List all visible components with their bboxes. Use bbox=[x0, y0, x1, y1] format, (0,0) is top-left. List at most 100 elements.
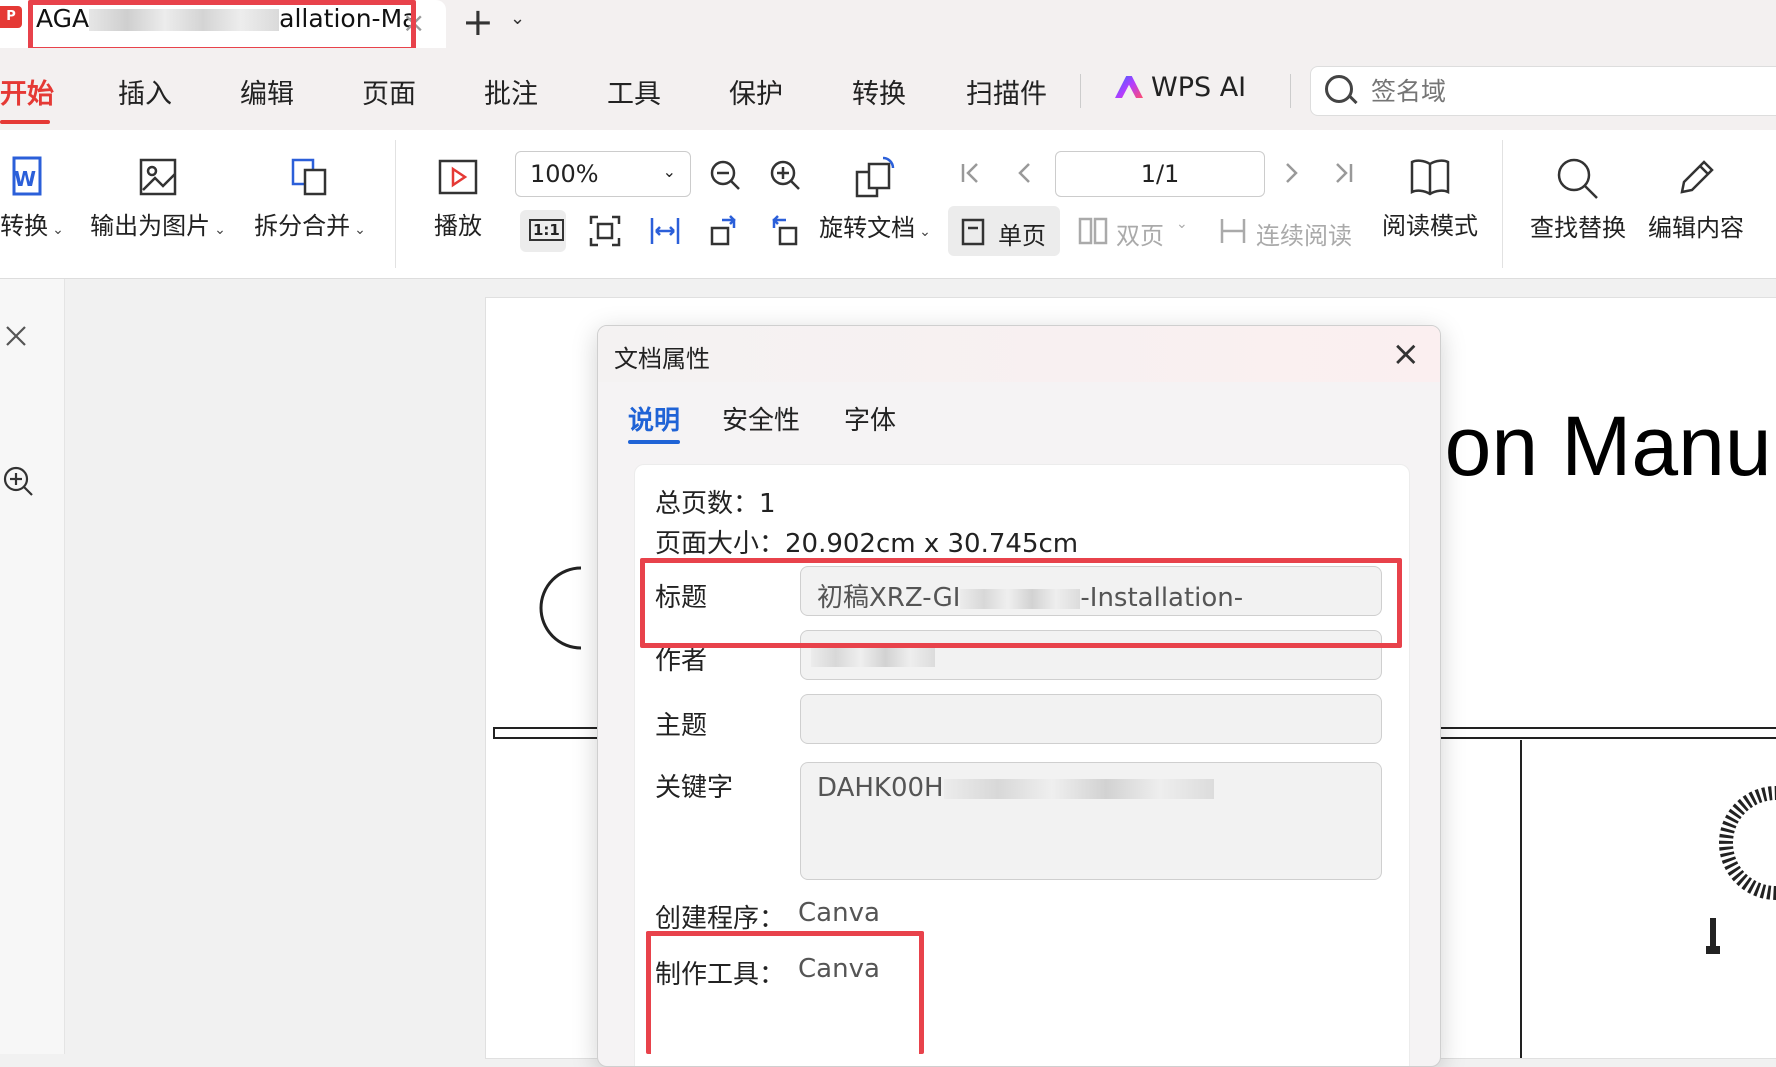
redacted-text bbox=[811, 646, 935, 667]
creator-label: 创建程序： bbox=[655, 904, 786, 934]
left-sidebar bbox=[0, 279, 65, 1054]
export-image-icon bbox=[139, 158, 177, 196]
keywords-value-prefix: DAHK00H bbox=[817, 773, 944, 803]
single-page-icon bbox=[961, 218, 985, 246]
creator-value: Canva bbox=[798, 898, 880, 928]
split-merge-button[interactable]: 拆分合并 ⌄ bbox=[248, 156, 372, 241]
search-input[interactable] bbox=[1369, 75, 1773, 107]
last-page-icon[interactable] bbox=[1330, 160, 1356, 186]
subject-label: 主题 bbox=[655, 711, 708, 741]
book-icon bbox=[1410, 159, 1450, 196]
tab-security[interactable]: 安全性 bbox=[722, 400, 800, 437]
split-merge-icon bbox=[291, 158, 327, 196]
active-menu-indicator bbox=[0, 120, 50, 124]
page-size-text: 页面大小：20.902cm x 30.745cm bbox=[655, 529, 1079, 559]
double-page-icon bbox=[1078, 217, 1108, 245]
chevron-down-icon[interactable]: ⌄ bbox=[510, 8, 525, 29]
highlight-box-title-field bbox=[640, 558, 1402, 648]
search-icon bbox=[1325, 75, 1353, 103]
keywords-label: 关键字 bbox=[655, 773, 734, 803]
pencil-icon bbox=[1680, 160, 1714, 194]
wps-ai-button[interactable]: WPS AI bbox=[1115, 72, 1246, 103]
toolbar-separator bbox=[395, 140, 396, 268]
menu-insert[interactable]: 插入 bbox=[118, 72, 172, 111]
active-tab-indicator bbox=[628, 440, 680, 444]
continuous-read-icon bbox=[1220, 219, 1246, 243]
rotate-document-icon bbox=[855, 156, 895, 198]
menu-home[interactable]: 开始 bbox=[0, 72, 54, 111]
export-image-button[interactable]: 输出为图片 ⌄ bbox=[86, 156, 230, 241]
zoom-out-icon[interactable] bbox=[708, 158, 742, 192]
chevron-down-icon: ⌄ bbox=[1176, 216, 1188, 232]
play-icon bbox=[438, 159, 478, 195]
chevron-down-icon: ⌄ bbox=[214, 222, 226, 238]
continuous-read-label: 连续阅读 bbox=[1256, 222, 1352, 250]
split-merge-label: 拆分合并 bbox=[254, 212, 351, 240]
zoom-in-icon[interactable] bbox=[768, 158, 802, 192]
svg-text:W: W bbox=[14, 167, 36, 191]
play-button[interactable]: 播放 bbox=[420, 156, 496, 241]
tab-description[interactable]: 说明 bbox=[628, 400, 680, 437]
actual-size-button[interactable]: 1:1 bbox=[520, 210, 566, 252]
convert-label: 转换 bbox=[0, 212, 49, 240]
zoom-in-icon[interactable] bbox=[2, 465, 34, 497]
search-icon bbox=[1557, 158, 1598, 199]
wps-ai-label: WPS AI bbox=[1151, 72, 1247, 103]
chevron-down-icon: ⌄ bbox=[662, 162, 676, 181]
menu-protect[interactable]: 保护 bbox=[729, 72, 783, 111]
menu-edit[interactable]: 编辑 bbox=[240, 72, 294, 111]
keywords-field[interactable]: DAHK00H bbox=[800, 762, 1382, 880]
fit-width-icon[interactable] bbox=[648, 214, 682, 248]
zoom-value: 100% bbox=[530, 160, 599, 188]
menu-separator bbox=[1290, 74, 1291, 108]
menu-page[interactable]: 页面 bbox=[362, 72, 416, 111]
menu-tools[interactable]: 工具 bbox=[607, 72, 661, 111]
edit-content-button[interactable]: 编辑内容 bbox=[1644, 156, 1748, 243]
search-box[interactable] bbox=[1310, 66, 1776, 116]
dialog-header: 文档属性 × bbox=[598, 326, 1440, 382]
double-page-label: 双页 bbox=[1116, 222, 1164, 250]
chevron-down-icon: ⌄ bbox=[354, 222, 366, 238]
redacted-text bbox=[943, 778, 1214, 799]
menu-bar: 开始 插入 编辑 页面 批注 工具 保护 转换 扫描件 WPS AI bbox=[0, 48, 1776, 130]
ribbon-toolbar: W 转换 ⌄ 输出为图片 ⌄ 拆分合并 ⌄ 播放 100% ⌄ 1:1 旋转文档 ⌄ 单… bbox=[0, 130, 1776, 279]
continuous-read-button[interactable]: 连续阅读 bbox=[1218, 214, 1358, 254]
word-doc-icon: W bbox=[12, 156, 42, 196]
export-image-label: 输出为图片 bbox=[90, 212, 211, 240]
toolbar-separator bbox=[1502, 140, 1503, 268]
single-page-label: 单页 bbox=[998, 222, 1046, 250]
menu-scan[interactable]: 扫描件 bbox=[966, 72, 1047, 111]
prev-page-icon[interactable] bbox=[1012, 160, 1038, 186]
convert-to-word-button[interactable]: W 转换 ⌄ bbox=[0, 156, 64, 241]
next-page-icon[interactable] bbox=[1278, 160, 1304, 186]
close-icon[interactable]: × bbox=[1392, 334, 1421, 374]
menu-convert[interactable]: 转换 bbox=[852, 72, 906, 111]
rotate-document-label: 旋转文档 bbox=[819, 214, 916, 242]
read-mode-button[interactable]: 阅读模式 bbox=[1378, 156, 1482, 241]
close-icon[interactable] bbox=[4, 324, 28, 348]
tab-fonts[interactable]: 字体 bbox=[844, 400, 896, 437]
single-page-button[interactable]: 单页 bbox=[948, 206, 1060, 256]
first-page-icon[interactable] bbox=[958, 160, 984, 186]
new-tab-icon[interactable]: + bbox=[462, 0, 494, 44]
find-replace-label: 查找替换 bbox=[1530, 214, 1626, 242]
chevron-down-icon: ⌄ bbox=[52, 222, 64, 238]
edit-content-label: 编辑内容 bbox=[1648, 214, 1744, 242]
dialog-title: 文档属性 bbox=[614, 345, 710, 373]
zoom-select[interactable]: 100% ⌄ bbox=[515, 151, 691, 197]
rotate-right-icon[interactable] bbox=[766, 214, 800, 248]
find-replace-button[interactable]: 查找替换 bbox=[1526, 156, 1630, 243]
page-number-input[interactable]: 1/1 bbox=[1055, 151, 1265, 197]
double-page-button[interactable]: 双页 ⌄ bbox=[1078, 214, 1188, 254]
rotate-document-button[interactable]: 旋转文档 ⌄ bbox=[816, 156, 934, 243]
subject-field[interactable] bbox=[800, 694, 1382, 744]
rotate-left-icon[interactable] bbox=[708, 214, 742, 248]
fit-page-icon[interactable] bbox=[588, 214, 622, 248]
actual-size-label: 1:1 bbox=[529, 219, 564, 241]
read-mode-label: 阅读模式 bbox=[1382, 212, 1478, 240]
pdf-app-icon: P bbox=[0, 6, 22, 28]
menu-comment[interactable]: 批注 bbox=[484, 72, 538, 111]
play-label: 播放 bbox=[434, 212, 482, 240]
menu-separator bbox=[1080, 74, 1081, 108]
highlight-box-creator bbox=[646, 931, 924, 1054]
